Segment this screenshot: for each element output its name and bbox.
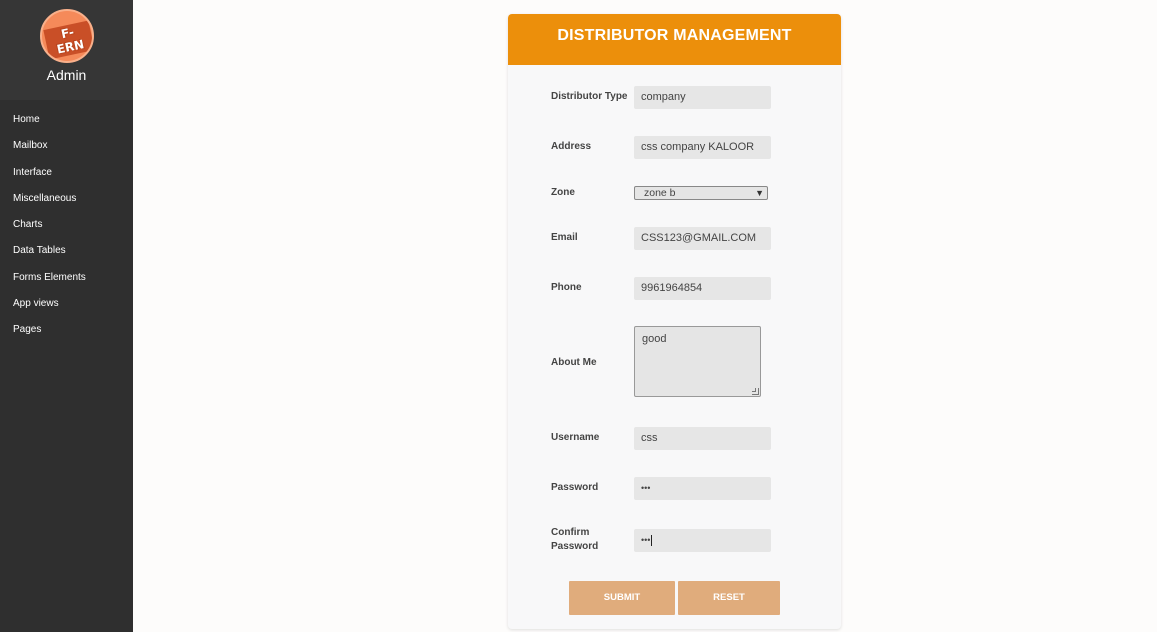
password-input[interactable]: ••• xyxy=(634,477,771,500)
confirm-password-label-line2: Password xyxy=(551,541,599,552)
zone-select[interactable]: zone b ▼ xyxy=(634,186,768,200)
username-input[interactable]: css xyxy=(634,427,771,450)
sidebar-menu: Home Mailbox Interface Miscellaneous Cha… xyxy=(0,100,133,343)
text-caret xyxy=(651,535,653,547)
about-textarea[interactable]: good xyxy=(634,326,761,397)
sidebar-item-data-tables[interactable]: Data Tables xyxy=(0,237,133,263)
sidebar-item-charts[interactable]: Charts xyxy=(0,211,133,237)
sidebar-item-forms-elements[interactable]: Forms Elements xyxy=(0,264,133,290)
phone-label: Phone xyxy=(551,282,582,293)
logo-text: F-ERN xyxy=(42,20,92,60)
username-label: Username xyxy=(551,432,600,443)
sidebar-header: F-ERN Admin xyxy=(0,0,133,100)
email-label: Email xyxy=(551,232,578,243)
confirm-password-input[interactable]: ••• xyxy=(634,529,771,552)
sidebar: F-ERN Admin Home Mailbox Interface Misce… xyxy=(0,0,133,632)
dropdown-arrow-icon: ▼ xyxy=(755,188,764,198)
confirm-password-label: Confirm Password xyxy=(551,526,598,554)
sidebar-item-interface[interactable]: Interface xyxy=(0,159,133,185)
sidebar-item-mailbox[interactable]: Mailbox xyxy=(0,132,133,158)
distributor-type-input[interactable]: company xyxy=(634,86,771,109)
submit-button[interactable]: SUBMIT xyxy=(569,581,675,615)
confirm-password-label-line1: Confirm xyxy=(551,527,590,538)
distributor-form-panel: DISTRIBUTOR MANAGEMENT Distributor Type … xyxy=(508,14,841,629)
distributor-type-label: Distributor Type xyxy=(551,91,628,102)
phone-input[interactable]: 9961964854 xyxy=(634,277,771,300)
zone-label: Zone xyxy=(551,187,575,198)
logo: F-ERN xyxy=(39,9,94,63)
address-input[interactable]: css company KALOOR xyxy=(634,136,771,159)
about-label: About Me xyxy=(551,357,597,368)
sidebar-item-miscellaneous[interactable]: Miscellaneous xyxy=(0,185,133,211)
zone-select-value: zone b xyxy=(644,187,676,199)
admin-label: Admin xyxy=(46,67,87,83)
form-title: DISTRIBUTOR MANAGEMENT xyxy=(508,14,841,65)
reset-button[interactable]: RESET xyxy=(678,581,780,615)
about-text: good xyxy=(642,333,667,345)
sidebar-item-pages[interactable]: Pages xyxy=(0,316,133,342)
sidebar-item-app-views[interactable]: App views xyxy=(0,290,133,316)
password-label: Password xyxy=(551,482,599,493)
resize-grip-icon[interactable] xyxy=(752,388,759,395)
sidebar-item-home[interactable]: Home xyxy=(0,106,133,132)
confirm-password-value: ••• xyxy=(641,535,651,545)
address-label: Address xyxy=(551,141,592,152)
email-input[interactable]: CSS123@GMAIL.COM xyxy=(634,227,771,250)
